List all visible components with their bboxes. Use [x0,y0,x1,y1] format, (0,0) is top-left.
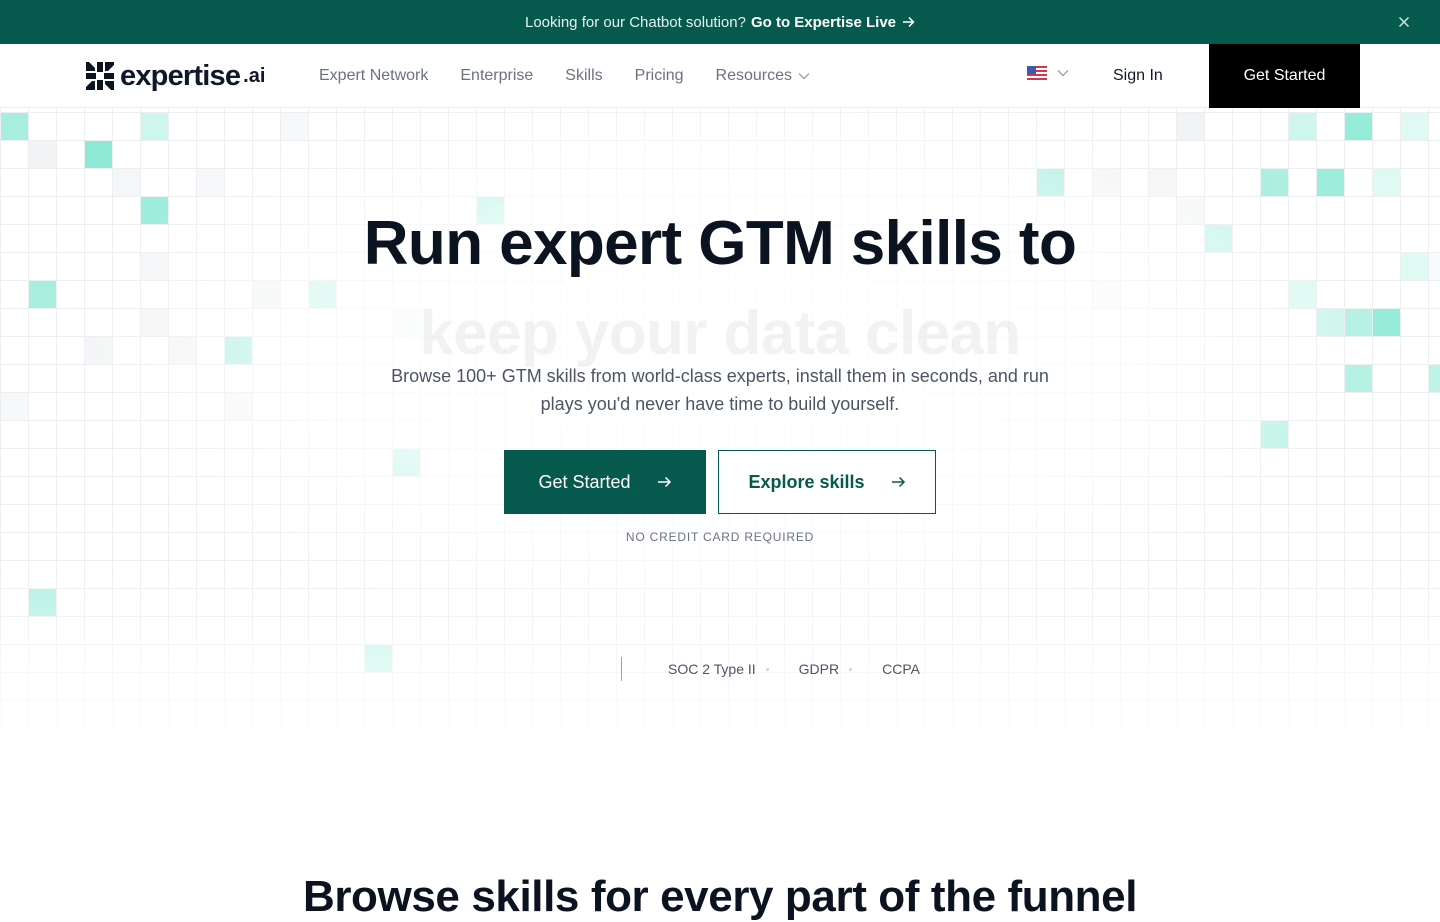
locale-selector[interactable] [1027,66,1069,80]
arrow-right-icon [891,476,905,488]
arrow-right-icon [657,476,671,488]
compliance-badges: SOC 2 Type II GDPR CCPA [621,657,920,681]
separator-dot [765,667,769,671]
compliance-gdpr: GDPR [798,661,840,677]
logo-tld: .ai [243,64,266,87]
nav-item-resources[interactable]: Resources [716,67,810,85]
hero-rotating-text: keep your data clean [419,299,1021,368]
hero-section: Run expert GTM skills to keep your data … [0,108,1440,768]
us-flag-icon [1027,66,1047,80]
top-navigation: expertise .ai Expert Network Enterprise … [0,44,1440,108]
logo-wordmark: expertise [120,59,241,92]
separator-dot [849,667,853,671]
close-icon[interactable] [1396,14,1412,30]
explore-skills-label: Explore skills [748,471,865,492]
banner-text: Looking for our Chatbot solution? [524,13,746,31]
hero-subtitle: Browse 100+ GTM skills from world-class … [391,366,1049,414]
chevron-down-icon [1057,70,1069,77]
chevron-down-icon [798,73,810,80]
nav-item-pricing[interactable]: Pricing [635,67,684,85]
logo-mark-icon [86,62,114,90]
compliance-divider [621,657,622,681]
no-credit-card-note: NO CREDIT CARD REQUIRED [625,530,815,544]
hero-get-started-label: Get Started [538,471,631,492]
explore-skills-button[interactable]: Explore skills [718,450,936,514]
nav-item-enterprise[interactable]: Enterprise [460,67,533,85]
sign-in-link[interactable]: Sign In [1113,44,1163,108]
main-menu: Expert Network Enterprise Skills Pricing… [319,44,810,108]
arrow-right-icon [903,16,915,28]
expertise-live-link-label: Go to Expertise Live [750,13,897,31]
hero-title: Run expert GTM skills to [363,209,1077,278]
nav-get-started-button[interactable]: Get Started [1209,44,1360,108]
nav-item-resources-label: Resources [715,67,793,84]
compliance-soc2: SOC 2 Type II [668,661,756,677]
funnel-section-title: Browse skills for every part of the funn… [302,872,1138,921]
expertise-live-link[interactable]: Go to Expertise Live [751,14,915,31]
nav-item-skills[interactable]: Skills [565,67,602,85]
logo[interactable]: expertise .ai [86,60,265,92]
compliance-ccpa: CCPA [882,661,920,677]
announcement-banner: Looking for our Chatbot solution? Go to … [0,0,1440,44]
nav-item-expert-network[interactable]: Expert Network [319,67,428,85]
hero-get-started-button[interactable]: Get Started [504,450,706,514]
